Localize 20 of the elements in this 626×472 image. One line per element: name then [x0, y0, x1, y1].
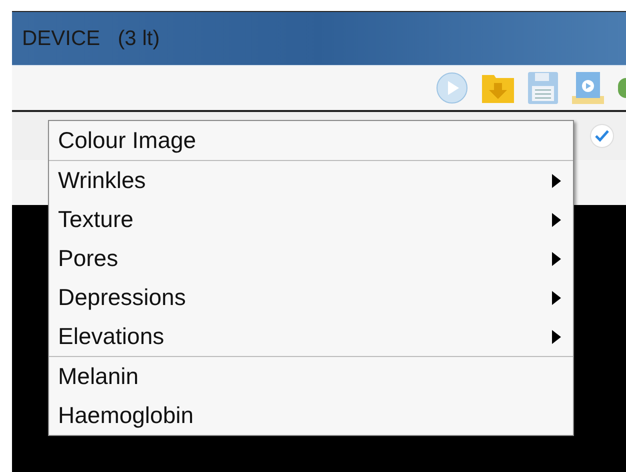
folder-download-icon[interactable]: [482, 73, 514, 103]
submenu-arrow-icon: [552, 174, 561, 188]
menu-item[interactable]: Elevations: [49, 317, 573, 356]
export-icon[interactable]: [572, 72, 604, 104]
menu-item[interactable]: Melanin: [49, 357, 573, 396]
menu-item[interactable]: Texture: [49, 200, 573, 239]
checkbox[interactable]: [590, 124, 614, 148]
play-icon[interactable]: [436, 72, 468, 104]
submenu-arrow-icon: [552, 330, 561, 344]
window-title: DEVICE (3 lt): [22, 26, 160, 52]
submenu-arrow-icon: [552, 212, 561, 226]
submenu-arrow-icon: [552, 252, 561, 266]
menu-item[interactable]: Haemoglobin: [49, 396, 573, 435]
menu-item[interactable]: Colour Image: [49, 121, 573, 160]
menu-item[interactable]: Wrinkles: [49, 161, 573, 200]
save-icon[interactable]: [528, 72, 558, 104]
check-icon: [595, 130, 609, 142]
submenu-arrow-icon: [552, 290, 561, 304]
menu-item[interactable]: Depressions: [49, 278, 573, 317]
menu-item[interactable]: Pores: [49, 239, 573, 278]
